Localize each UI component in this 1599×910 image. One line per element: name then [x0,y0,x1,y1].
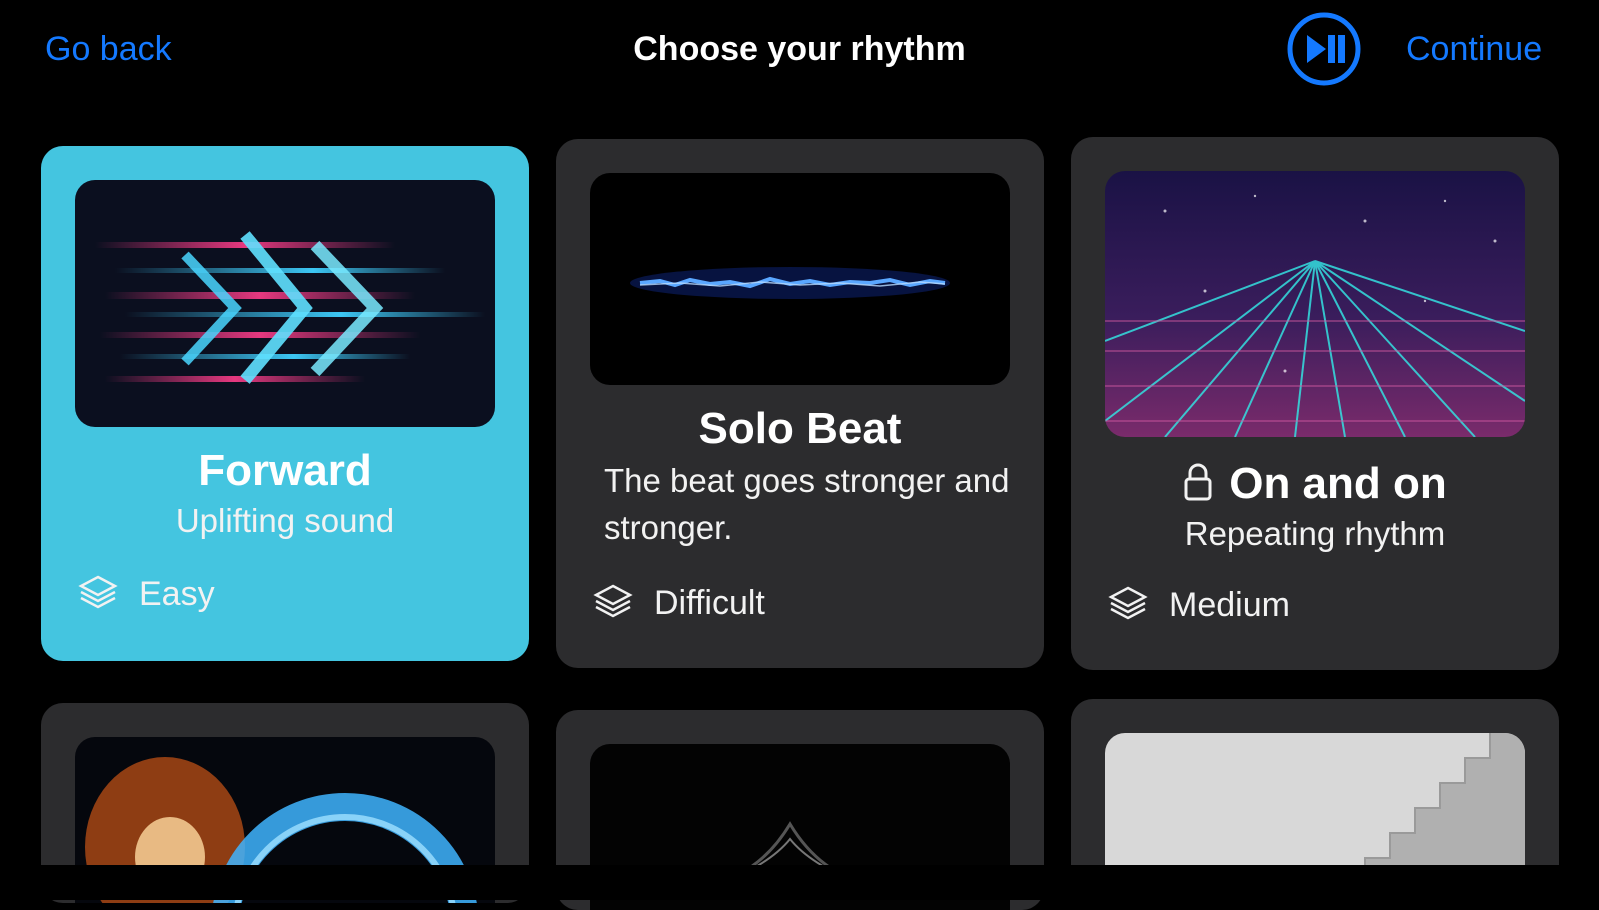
difficulty-label: Difficult [654,583,765,622]
lock-icon [1184,463,1212,501]
difficulty-label: Medium [1169,585,1290,624]
card-title: On and on [1229,459,1447,508]
card-title: Forward [198,446,372,495]
card-subtitle: Repeating rhythm [1184,515,1446,552]
layers-icon [593,584,633,618]
layers-icon [78,575,118,609]
solo-beat-thumbnail [590,173,1010,385]
top-bar: Go back Choose your rhythm Continue [0,0,1599,100]
rhythm-card-forward[interactable]: Forward Uplifting sound Easy [41,146,529,661]
forward-thumbnail [75,180,495,427]
difficulty-row: Difficult [592,581,765,625]
card-description: The beat goes stronger and stronger. [604,462,1010,546]
card-subtitle: Uplifting sound [175,502,395,539]
rhythm-card-solo-beat[interactable]: Solo Beat The beat goes stronger and str… [556,139,1044,668]
bottom-fade [0,865,1599,900]
card-title: Solo Beat [698,404,902,453]
card-title-row: On and on [1071,459,1559,509]
layers-icon [1108,586,1148,620]
difficulty-label: Easy [139,574,215,613]
on-and-on-thumbnail [1105,171,1525,437]
play-pause-icon[interactable] [1286,11,1362,87]
difficulty-row: Medium [1107,583,1290,627]
difficulty-row: Easy [77,572,215,616]
rhythm-card-on-and-on[interactable]: On and on Repeating rhythm Medium [1071,137,1559,670]
continue-link[interactable]: Continue [1406,30,1542,69]
